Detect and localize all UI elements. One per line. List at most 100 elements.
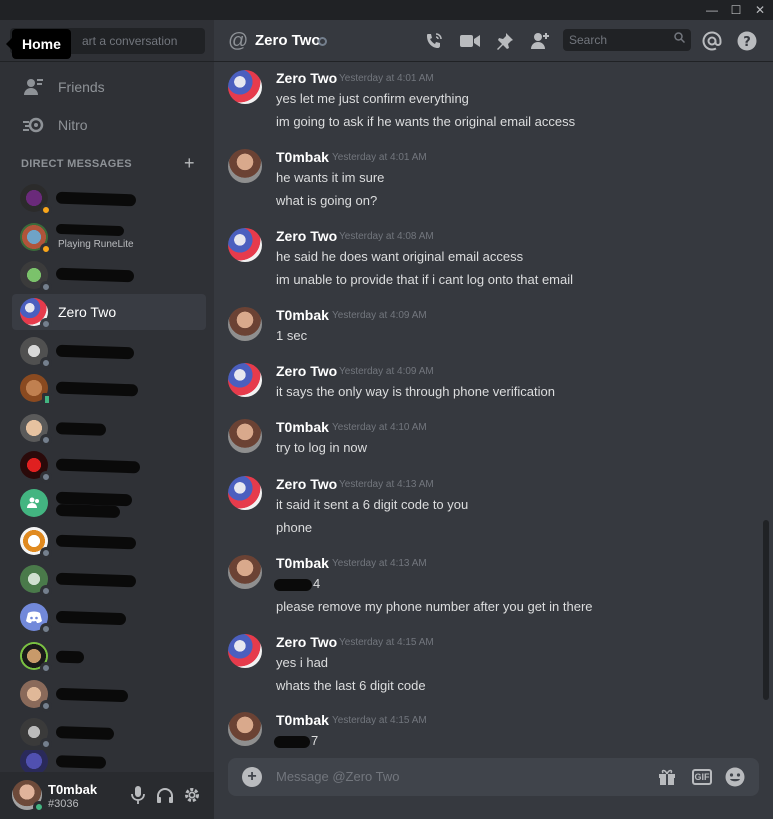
minimize-button[interactable]: — bbox=[700, 0, 724, 20]
avatar bbox=[20, 565, 52, 597]
mobile-status-icon bbox=[42, 393, 52, 406]
avatar[interactable] bbox=[228, 712, 262, 746]
username: T0mbak bbox=[48, 782, 98, 797]
status-indicator bbox=[33, 801, 45, 813]
avatar bbox=[20, 184, 52, 216]
pinned-messages-icon[interactable] bbox=[493, 29, 517, 53]
video-call-icon[interactable] bbox=[458, 29, 482, 53]
redacted-name bbox=[55, 610, 127, 626]
dm-list-item[interactable] bbox=[12, 561, 206, 597]
avatar[interactable] bbox=[228, 476, 262, 510]
status-indicator bbox=[40, 204, 52, 216]
settings-gear-icon[interactable] bbox=[181, 784, 203, 806]
voice-call-icon[interactable] bbox=[422, 29, 446, 53]
message-author[interactable]: Zero Two bbox=[276, 476, 337, 492]
redacted-name bbox=[55, 534, 137, 550]
message-text: what is going on? bbox=[276, 193, 378, 208]
mentions-icon[interactable] bbox=[700, 29, 724, 53]
message-group: T0mbak Yesterday at 4:15 AM 7 bbox=[214, 712, 759, 752]
friends-icon bbox=[22, 75, 46, 99]
message-text: 7 bbox=[311, 733, 319, 748]
message-text: he wants it im sure bbox=[276, 170, 385, 185]
upload-plus-icon[interactable]: + bbox=[242, 767, 262, 787]
dm-list-item[interactable] bbox=[12, 523, 206, 559]
message-text: phone bbox=[276, 520, 313, 535]
avatar[interactable] bbox=[228, 634, 262, 668]
dm-list-item[interactable] bbox=[12, 714, 206, 750]
chat-scrollbar[interactable] bbox=[763, 520, 769, 700]
close-button[interactable]: ✕ bbox=[748, 0, 772, 20]
emoji-icon[interactable] bbox=[724, 766, 746, 788]
avatar[interactable] bbox=[228, 419, 262, 453]
maximize-button[interactable]: ☐ bbox=[724, 0, 748, 20]
message-text: 1 sec bbox=[276, 328, 308, 343]
avatar[interactable] bbox=[228, 555, 262, 589]
redacted-name bbox=[55, 755, 107, 769]
message-timestamp: Yesterday at 4:08 AM bbox=[339, 231, 434, 242]
sidebar-item-friends[interactable]: Friends bbox=[10, 68, 206, 106]
at-sign-icon: @ bbox=[228, 30, 249, 52]
dm-list-item[interactable] bbox=[12, 447, 206, 483]
status-indicator bbox=[40, 662, 52, 674]
dm-list-item[interactable] bbox=[12, 410, 206, 446]
redacted-code bbox=[274, 579, 312, 591]
gif-button[interactable]: GIF bbox=[692, 769, 712, 785]
dm-list-item[interactable] bbox=[12, 333, 206, 369]
avatar[interactable] bbox=[228, 70, 262, 104]
dm-list-item[interactable] bbox=[12, 638, 206, 674]
message-timestamp: Yesterday at 4:13 AM bbox=[339, 479, 434, 490]
message-author[interactable]: T0mbak bbox=[276, 712, 329, 728]
sidebar-item-nitro[interactable]: Nitro bbox=[10, 106, 206, 144]
redacted-name bbox=[55, 267, 135, 283]
home-tooltip: Home bbox=[6, 29, 71, 59]
avatar[interactable] bbox=[228, 228, 262, 262]
message-author[interactable]: Zero Two bbox=[276, 634, 337, 650]
chat-area: @ Zero Two Search ? Zero Two Yesterday a… bbox=[214, 20, 773, 819]
status-indicator bbox=[40, 318, 52, 330]
message-text: it said it sent a 6 digit code to you bbox=[276, 497, 469, 512]
message-author[interactable]: T0mbak bbox=[276, 555, 329, 571]
status-indicator bbox=[40, 547, 52, 559]
message-author[interactable]: Zero Two bbox=[276, 363, 337, 379]
avatar bbox=[20, 414, 52, 446]
dm-list-item[interactable] bbox=[12, 750, 206, 772]
dm-list-item[interactable] bbox=[12, 485, 206, 521]
message-input[interactable]: Message @Zero Two bbox=[276, 769, 400, 784]
message-group: Zero Two Yesterday at 4:01 AM yes let me… bbox=[214, 70, 759, 132]
headphones-icon[interactable] bbox=[154, 784, 176, 806]
avatar[interactable] bbox=[228, 149, 262, 183]
avatar[interactable] bbox=[228, 307, 262, 341]
message-author[interactable]: T0mbak bbox=[276, 419, 329, 435]
activity-status: Playing RuneLite bbox=[58, 239, 134, 250]
message-author[interactable]: T0mbak bbox=[276, 149, 329, 165]
dm-list-item[interactable] bbox=[12, 599, 206, 635]
dm-list-item[interactable] bbox=[12, 676, 206, 712]
create-dm-button[interactable]: + bbox=[184, 153, 195, 174]
redacted-name bbox=[55, 725, 115, 741]
message-text: 4 bbox=[313, 576, 321, 591]
message-author[interactable]: Zero Two bbox=[276, 70, 337, 86]
dm-list-item[interactable] bbox=[12, 257, 206, 293]
nitro-icon bbox=[22, 113, 46, 137]
message-group: Zero Two Yesterday at 4:15 AM yes i had … bbox=[214, 634, 759, 696]
status-indicator bbox=[40, 357, 52, 369]
gift-icon[interactable] bbox=[656, 766, 678, 788]
message-group: Zero Two Yesterday at 4:08 AM he said he… bbox=[214, 228, 759, 290]
search-input[interactable]: Search bbox=[563, 29, 691, 51]
message-author[interactable]: Zero Two bbox=[276, 228, 337, 244]
dm-list-item[interactable] bbox=[12, 370, 206, 406]
redacted-name bbox=[55, 503, 121, 519]
avatar[interactable] bbox=[228, 363, 262, 397]
message-text: im unable to provide that if i cant log … bbox=[276, 272, 574, 287]
help-icon[interactable]: ? bbox=[735, 29, 759, 53]
message-text: he said he does want original email acce… bbox=[276, 249, 524, 264]
message-author[interactable]: T0mbak bbox=[276, 307, 329, 323]
dm-list-item[interactable] bbox=[12, 180, 206, 216]
add-friend-icon[interactable] bbox=[528, 29, 552, 53]
microphone-icon[interactable] bbox=[127, 784, 149, 806]
dm-list-item-zero-two[interactable]: Zero Two bbox=[12, 294, 206, 330]
avatar[interactable] bbox=[12, 780, 45, 813]
group-dm-icon bbox=[20, 489, 48, 517]
dm-list-item[interactable]: Playing RuneLite bbox=[12, 219, 206, 255]
message-text: im going to ask if he wants the original… bbox=[276, 114, 576, 129]
